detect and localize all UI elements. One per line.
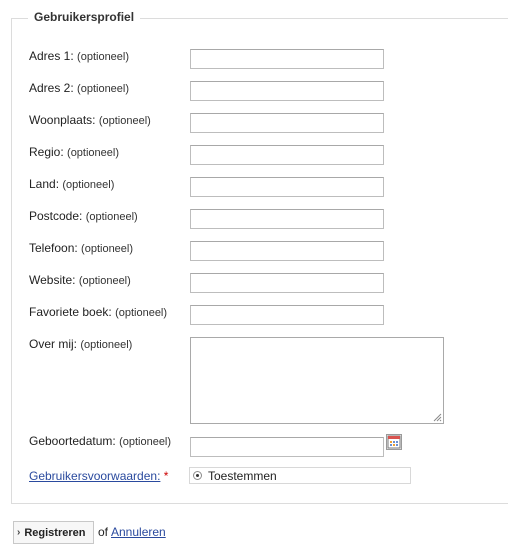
city-label: Woonplaats: (optioneel) [29,113,151,127]
city-input[interactable] [190,113,384,133]
fieldset-legend: Gebruikersprofiel [28,10,141,24]
consent-radio[interactable] [193,471,202,480]
favorite-book-label: Favoriete boek: (optioneel) [29,305,168,319]
website-label: Website: (optioneel) [29,273,131,287]
terms-link[interactable]: Gebruikersvoorwaarden: [29,469,160,483]
birthdate-input[interactable] [190,437,384,457]
postcode-label: Postcode: (optioneel) [29,209,138,223]
region-input[interactable] [190,145,384,165]
about-me-label: Over mij: (optioneel) [29,337,133,351]
register-button-label: Registreren [24,526,86,539]
consent-label: Toestemmen [208,469,277,483]
register-button[interactable]: › Registreren [13,521,94,544]
address2-label: Adres 2: (optioneel) [29,81,130,95]
calendar-icon [387,435,401,449]
cancel-link[interactable]: Annuleren [111,525,166,539]
phone-input[interactable] [190,241,384,261]
resize-grip-icon[interactable] [433,413,442,422]
required-mark: * [163,469,169,483]
calendar-button[interactable] [386,434,402,450]
about-me-textarea[interactable] [190,337,444,424]
website-input[interactable] [190,273,384,293]
terms-consent-option[interactable]: Toestemmen [189,467,411,484]
favorite-book-input[interactable] [190,305,384,325]
country-input[interactable] [190,177,384,197]
address1-label: Adres 1: (optioneel) [29,49,130,63]
postcode-input[interactable] [190,209,384,229]
chevron-right-icon: › [17,527,21,538]
terms-row-label: Gebruikersvoorwaarden: * [29,469,168,483]
address1-input[interactable] [190,49,384,69]
phone-label: Telefoon: (optioneel) [29,241,134,255]
address2-input[interactable] [190,81,384,101]
region-label: Regio: (optioneel) [29,145,120,159]
birthdate-label: Geboortedatum: (optioneel) [29,434,172,448]
or-text: of [98,525,109,539]
country-label: Land: (optioneel) [29,177,115,191]
